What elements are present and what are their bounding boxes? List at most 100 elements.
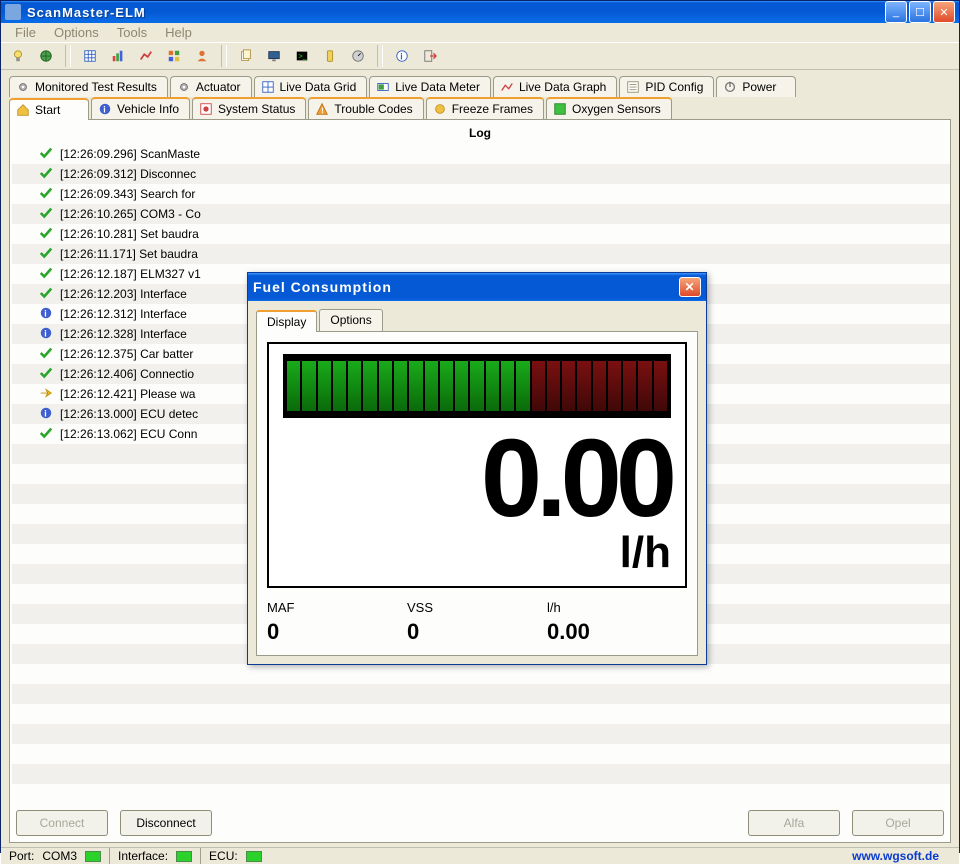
tab-oxygen-sensors[interactable]: Oxygen Sensors	[546, 97, 672, 119]
log-line[interactable]: [12:26:09.296] ScanMaste	[12, 144, 950, 164]
led-seg	[486, 361, 499, 411]
tb-info-icon[interactable]: i	[391, 45, 413, 67]
tb-copy-icon[interactable]	[235, 45, 257, 67]
log-line[interactable]: [12:26:09.312] Disconnec	[12, 164, 950, 184]
dialog-titlebar[interactable]: Fuel Consumption ✕	[248, 273, 706, 301]
log-line[interactable]: [12:26:10.265] COM3 - Co	[12, 204, 950, 224]
dialog-close-button[interactable]: ✕	[679, 277, 701, 297]
led-seg	[379, 361, 392, 411]
menu-help[interactable]: Help	[157, 23, 200, 42]
menu-file[interactable]: File	[7, 23, 44, 42]
titlebar[interactable]: ScanMaster-ELM _ ☐ ✕	[1, 1, 959, 23]
check-icon	[38, 226, 54, 243]
info-icon: i	[38, 326, 54, 343]
svg-text:!: !	[322, 106, 325, 115]
tab-row-lower: StartiVehicle InfoSystem Status!Trouble …	[9, 97, 951, 119]
check-icon	[38, 206, 54, 223]
status-port-label: Port:	[9, 849, 34, 863]
graph-icon	[500, 80, 514, 94]
log-text: [12:26:12.187] ELM327 v1	[60, 267, 201, 281]
tab-vehicle-info[interactable]: iVehicle Info	[91, 97, 190, 119]
connect-button: Connect	[16, 810, 108, 836]
log-text: [12:26:12.406] Connectio	[60, 367, 194, 381]
menu-options[interactable]: Options	[46, 23, 107, 42]
led-seg	[562, 361, 575, 411]
tab-actuator[interactable]: Actuator	[170, 76, 252, 97]
tb-graph-icon[interactable]	[135, 45, 157, 67]
led-seg	[409, 361, 422, 411]
content-area: Monitored Test ResultsActuatorLive Data …	[1, 70, 959, 847]
status-icon	[199, 102, 213, 116]
log-text: [12:26:09.312] Disconnec	[60, 167, 196, 181]
tab-live-data-meter[interactable]: Live Data Meter	[369, 76, 491, 97]
freeze-icon	[433, 102, 447, 116]
led-seg	[287, 361, 300, 411]
led-seg	[608, 361, 621, 411]
tab-live-data-grid[interactable]: Live Data Grid	[254, 76, 368, 97]
tb-terminal-icon[interactable]: >_	[291, 45, 313, 67]
log-text: [12:26:09.296] ScanMaste	[60, 147, 200, 161]
o2-icon	[553, 102, 567, 116]
svg-text:i: i	[44, 308, 46, 318]
led-seg	[394, 361, 407, 411]
tb-gauge-icon[interactable]	[347, 45, 369, 67]
fuel-consumption-dialog: Fuel Consumption ✕ Display Options 0.00 …	[247, 272, 707, 665]
tab-trouble-codes[interactable]: !Trouble Codes	[308, 97, 423, 119]
minimize-button[interactable]: _	[885, 1, 907, 23]
ecu-led-icon	[246, 851, 262, 862]
tb-lamp-icon[interactable]	[7, 45, 29, 67]
info-icon: i	[38, 406, 54, 423]
tb-app-icon[interactable]	[163, 45, 185, 67]
readout-label: l/h	[547, 600, 687, 615]
check-icon	[38, 246, 54, 263]
log-line[interactable]: [12:26:10.281] Set baudra	[12, 224, 950, 244]
log-line-empty	[12, 784, 950, 804]
tb-user-icon[interactable]	[191, 45, 213, 67]
led-seg	[318, 361, 331, 411]
tb-device-icon[interactable]	[319, 45, 341, 67]
status-link[interactable]: www.wgsoft.de	[852, 849, 939, 863]
log-line-empty	[12, 724, 950, 744]
toolbar: >_ i	[1, 42, 959, 70]
list-icon	[626, 80, 640, 94]
log-line-empty	[12, 684, 950, 704]
svg-text:i: i	[400, 52, 402, 62]
arrow-icon	[38, 386, 54, 403]
tab-start[interactable]: Start	[9, 98, 89, 120]
tab-power[interactable]: Power	[716, 76, 796, 97]
dialog-title: Fuel Consumption	[253, 279, 392, 295]
meter-icon	[376, 80, 390, 94]
tb-grid-icon[interactable]	[79, 45, 101, 67]
log-line-empty	[12, 744, 950, 764]
tab-system-status[interactable]: System Status	[192, 97, 306, 119]
dialog-tab-options[interactable]: Options	[319, 309, 382, 331]
log-line-empty	[12, 664, 950, 684]
readout: l/h0.00	[547, 600, 687, 645]
power-icon	[723, 80, 737, 94]
grid-icon	[261, 80, 275, 94]
disconnect-button[interactable]: Disconnect	[120, 810, 212, 836]
tab-pid-config[interactable]: PID Config	[619, 76, 714, 97]
dialog-tab-display[interactable]: Display	[256, 310, 317, 332]
close-button[interactable]: ✕	[933, 1, 955, 23]
log-text: [12:26:12.203] Interface	[60, 287, 187, 301]
log-line[interactable]: [12:26:09.343] Search for	[12, 184, 950, 204]
led-seg	[532, 361, 545, 411]
menu-tools[interactable]: Tools	[109, 23, 155, 42]
info-icon: i	[38, 306, 54, 323]
tb-exit-icon[interactable]	[419, 45, 441, 67]
log-line[interactable]: [12:26:11.171] Set baudra	[12, 244, 950, 264]
readout: VSS0	[407, 600, 547, 645]
tab-live-data-graph[interactable]: Live Data Graph	[493, 76, 617, 97]
log-text: [12:26:13.000] ECU detec	[60, 407, 198, 421]
tb-bars-icon[interactable]	[107, 45, 129, 67]
status-interface-label: Interface:	[118, 849, 168, 863]
status-ecu-label: ECU:	[209, 849, 238, 863]
readout-value: 0	[267, 619, 407, 645]
tb-globe-icon[interactable]	[35, 45, 57, 67]
tab-freeze-frames[interactable]: Freeze Frames	[426, 97, 544, 119]
tab-monitored-test-results[interactable]: Monitored Test Results	[9, 76, 168, 97]
check-icon	[38, 286, 54, 303]
tb-screen-icon[interactable]	[263, 45, 285, 67]
maximize-button[interactable]: ☐	[909, 1, 931, 23]
